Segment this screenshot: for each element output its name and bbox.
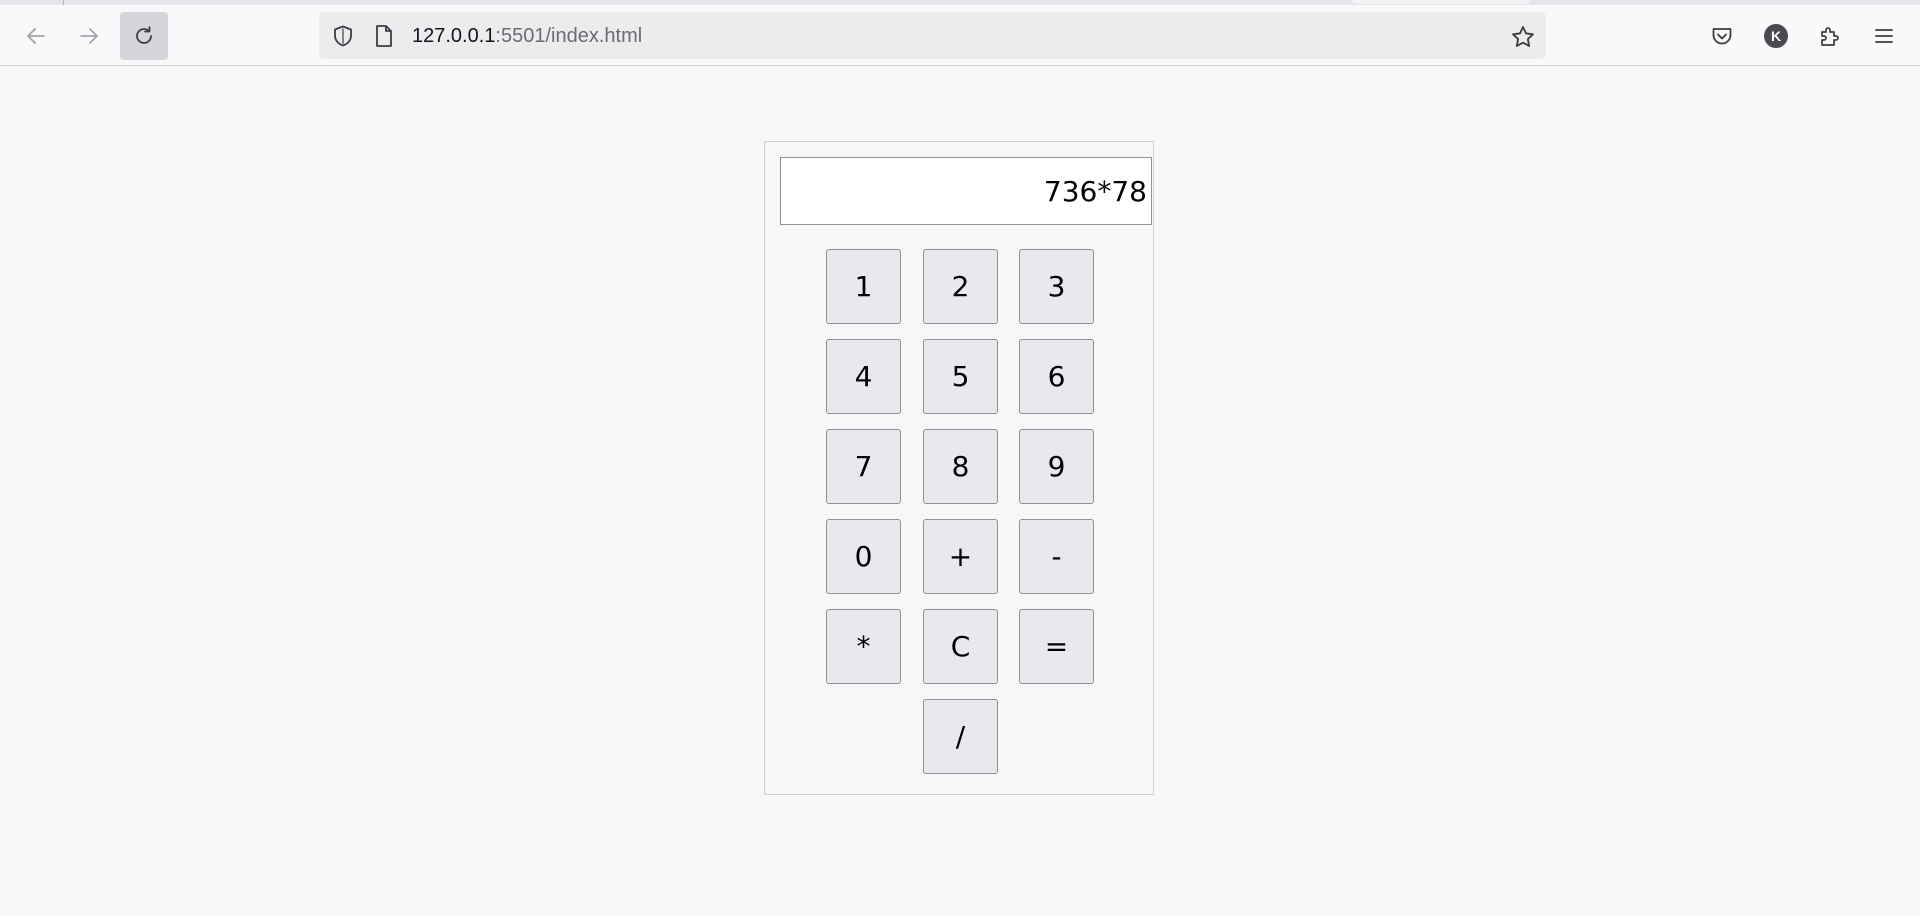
key-equals[interactable]: = bbox=[1019, 609, 1094, 684]
star-icon[interactable] bbox=[1510, 24, 1536, 50]
key-6[interactable]: 6 bbox=[1019, 339, 1094, 414]
hamburger-icon bbox=[1875, 29, 1893, 43]
arrow-right-icon bbox=[80, 28, 98, 44]
puzzle-icon bbox=[1821, 27, 1839, 46]
app-menu-button[interactable] bbox=[1870, 22, 1898, 50]
reload-icon bbox=[136, 26, 152, 44]
key-5[interactable]: 5 bbox=[923, 339, 998, 414]
key-3[interactable]: 3 bbox=[1019, 249, 1094, 324]
url-text[interactable]: 127.0.0.1:5501/index.html bbox=[412, 25, 642, 47]
key-multiply[interactable]: * bbox=[826, 609, 901, 684]
back-button[interactable] bbox=[12, 12, 60, 60]
key-0[interactable]: 0 bbox=[826, 519, 901, 594]
key-minus[interactable]: - bbox=[1019, 519, 1094, 594]
key-4[interactable]: 4 bbox=[826, 339, 901, 414]
reload-button[interactable] bbox=[120, 12, 168, 60]
key-plus[interactable]: + bbox=[923, 519, 998, 594]
tab-edge bbox=[1352, 0, 1530, 4]
account-avatar: K bbox=[1764, 24, 1788, 48]
browser-toolbar: 127.0.0.1:5501/index.html K bbox=[0, 5, 1920, 66]
forward-button[interactable] bbox=[65, 12, 113, 60]
url-path: :5501/index.html bbox=[495, 25, 643, 47]
arrow-left-icon bbox=[27, 28, 45, 44]
key-2[interactable]: 2 bbox=[923, 249, 998, 324]
key-8[interactable]: 8 bbox=[923, 429, 998, 504]
extensions-button[interactable] bbox=[1816, 22, 1844, 50]
page-icon[interactable] bbox=[373, 24, 395, 48]
calculator-display[interactable] bbox=[780, 157, 1152, 225]
key-divide[interactable]: / bbox=[923, 699, 998, 774]
key-9[interactable]: 9 bbox=[1019, 429, 1094, 504]
calculator: 1 2 3 4 5 6 7 8 9 0 + - * C = / bbox=[764, 141, 1154, 795]
account-button[interactable]: K bbox=[1762, 22, 1790, 50]
key-7[interactable]: 7 bbox=[826, 429, 901, 504]
address-bar[interactable]: 127.0.0.1:5501/index.html bbox=[319, 12, 1546, 59]
pocket-button[interactable] bbox=[1708, 22, 1736, 50]
key-clear[interactable]: C bbox=[923, 609, 998, 684]
shield-icon[interactable] bbox=[331, 24, 355, 48]
pocket-icon bbox=[1712, 28, 1732, 45]
key-1[interactable]: 1 bbox=[826, 249, 901, 324]
url-host: 127.0.0.1 bbox=[412, 25, 496, 47]
